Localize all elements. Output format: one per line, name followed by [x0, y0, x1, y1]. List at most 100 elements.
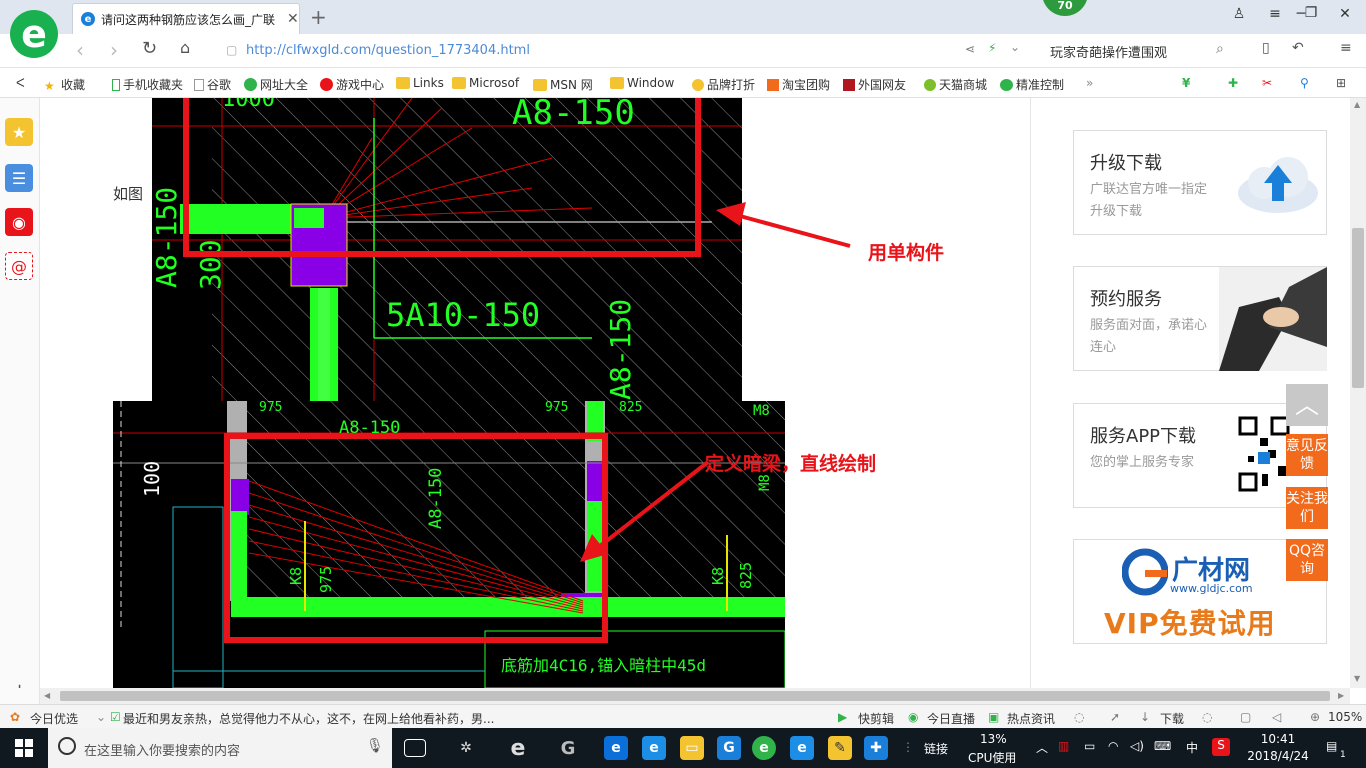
restore-icon[interactable]: ❐ — [1300, 5, 1322, 21]
clock-time[interactable]: 10:41 — [1248, 732, 1308, 746]
magnifier-icon[interactable]: ⚲ — [1300, 76, 1309, 90]
chevron-down-icon[interactable]: ⌄ — [96, 710, 106, 724]
bookmark-favorites[interactable]: ★ 收藏 — [44, 76, 85, 93]
share-icon[interactable]: ⋖ — [965, 42, 975, 56]
ime-indicator[interactable]: 中 — [1186, 739, 1198, 756]
fan-app-icon[interactable]: ✲ — [454, 736, 478, 760]
ie-icon[interactable]: e — [642, 736, 666, 760]
scissors-icon[interactable]: ✂ — [1262, 76, 1272, 90]
shirt-icon[interactable]: ♙ — [1228, 6, 1250, 22]
reload-icon[interactable]: ↻ — [142, 38, 157, 59]
chevron-down-icon[interactable]: ⌄ — [1010, 40, 1020, 54]
translate-icon[interactable]: ✚ — [1228, 76, 1238, 90]
audio-icon[interactable]: ◁ — [1272, 710, 1281, 724]
ie-second-icon[interactable]: e — [790, 736, 814, 760]
zoom-level[interactable]: 105% — [1328, 710, 1362, 724]
battery-icon[interactable]: ▭ — [1084, 739, 1095, 753]
tray-meter-icon[interactable]: ▥ — [1058, 739, 1069, 753]
mail-icon[interactable]: @ — [5, 252, 33, 280]
horizontal-scrollbar[interactable]: ◀ ▶ — [40, 688, 1350, 704]
hot-news[interactable]: 热点资讯 — [1007, 710, 1055, 727]
keyboard-icon[interactable]: ⌨ — [1154, 739, 1171, 753]
task-view-icon[interactable] — [404, 739, 426, 757]
close-window-icon[interactable]: ✕ — [1334, 6, 1356, 22]
search-suggestion[interactable]: 玩家奇葩操作遭围观 — [1050, 42, 1167, 61]
qq-consult-button[interactable]: QQ咨询 — [1286, 539, 1328, 581]
apps-grid-icon[interactable]: ⊞ — [1336, 76, 1346, 90]
wifi-icon[interactable]: ◠ — [1108, 739, 1118, 753]
follow-us-button[interactable]: 关注我们 — [1286, 487, 1328, 529]
horizontal-scroll-thumb[interactable] — [60, 691, 1330, 701]
bookmark-foreign[interactable]: 外国网友 — [843, 76, 906, 93]
bookmark-links[interactable]: Links — [396, 76, 444, 90]
bookmark-microsoft[interactable]: Microsof — [452, 76, 519, 90]
bookmark-google[interactable]: 谷歌 — [194, 76, 231, 93]
search-icon[interactable]: ⌕ — [1216, 41, 1224, 57]
mobile-icon[interactable]: ▯ — [1262, 40, 1270, 56]
sogou-ime-icon[interactable]: S — [1212, 738, 1230, 756]
news-ticker[interactable]: 最近和男友亲热，总觉得他力不从心，这不，在网上给他看补药，男... — [123, 710, 503, 727]
bookmark-taobao[interactable]: 淘宝团购 — [767, 76, 830, 93]
quick-cut[interactable]: 快剪辑 — [858, 710, 894, 727]
back-to-top-icon[interactable]: ︿ — [1286, 384, 1328, 426]
browser-tab[interactable]: e 请问这两种钢筋应该怎么画_广联 ✕ — [72, 3, 300, 34]
file-explorer-icon[interactable]: ▭ — [680, 736, 704, 760]
volume-icon[interactable]: ◁) — [1130, 739, 1144, 753]
taskbar-search[interactable]: 在这里输入你要搜索的内容 🎙 — [48, 728, 392, 768]
lightning-icon[interactable]: ⚡ — [988, 41, 996, 55]
bookmark-tmall[interactable]: 天猫商城 — [924, 76, 987, 93]
reader-list-icon[interactable]: ☰ — [5, 164, 33, 192]
scroll-left-icon[interactable]: ◀ — [44, 691, 50, 700]
scroll-down-icon[interactable]: ▼ — [1354, 674, 1360, 683]
feedback-button[interactable]: 意见反馈 — [1286, 434, 1328, 476]
notes-app-icon[interactable]: ✎ — [828, 736, 852, 760]
download-link[interactable]: 下载 — [1160, 710, 1184, 727]
microphone-icon[interactable]: 🎙 — [366, 738, 384, 754]
scroll-right-icon[interactable]: ▶ — [1338, 691, 1344, 700]
cursor-icon[interactable]: ➚ — [1110, 710, 1120, 724]
notification-icon[interactable]: ▤ — [1326, 739, 1337, 753]
promo-upgrade[interactable]: 升级下载 广联达官方唯一指定升级下载 — [1073, 130, 1327, 235]
back-icon[interactable]: ‹ — [76, 38, 84, 62]
windows-start-icon[interactable] — [0, 728, 48, 768]
vertical-scroll-thumb[interactable] — [1352, 228, 1364, 388]
weibo-icon[interactable]: ◉ — [5, 208, 33, 236]
glodon-app-icon[interactable]: G — [717, 736, 741, 760]
plus-app-icon[interactable]: ✚ — [864, 736, 888, 760]
collapse-sidebar-icon[interactable]: ᐸ — [16, 76, 25, 90]
undo-icon[interactable]: ↶ — [1292, 40, 1304, 56]
tray-scroll-icon[interactable]: ⋮ — [902, 740, 914, 754]
score-badge[interactable]: 70 — [1042, 0, 1088, 16]
forward-icon[interactable]: › — [110, 38, 118, 62]
promo-appointment[interactable]: 预约服务 服务面对面，承诺心连心 — [1073, 266, 1327, 371]
speed-icon[interactable]: ◌ — [1074, 710, 1084, 724]
bookmark-msn[interactable]: MSN 网 — [533, 76, 593, 93]
window-icon[interactable]: ▢ — [1240, 710, 1251, 724]
vertical-scrollbar[interactable]: ▲ ▼ — [1350, 98, 1366, 688]
favorites-star-icon[interactable]: ★ — [5, 118, 33, 146]
bookmark-control[interactable]: 精准控制 — [1000, 76, 1064, 93]
clean-icon[interactable]: ◌ — [1202, 710, 1212, 724]
more-bookmarks-icon[interactable]: » — [1086, 76, 1093, 90]
bookmark-sites[interactable]: 网址大全 — [244, 76, 308, 93]
360-browser-icon[interactable]: e — [752, 736, 776, 760]
yen-icon[interactable]: ¥ — [1182, 76, 1190, 90]
menu-icon[interactable]: ≡ — [1264, 6, 1286, 22]
chrome-g-icon[interactable]: G — [556, 736, 580, 760]
ie-outline-icon[interactable]: e — [506, 736, 530, 761]
browser-logo-icon[interactable]: e — [10, 10, 58, 58]
menu-lines-icon[interactable]: ≡ — [1340, 40, 1352, 56]
bookmark-windows[interactable]: Window — [610, 76, 674, 90]
tab-close-icon[interactable]: ✕ — [287, 11, 299, 27]
clock-date[interactable]: 2018/4/24 — [1242, 749, 1314, 763]
today-live[interactable]: 今日直播 — [927, 710, 975, 727]
tray-expand-icon[interactable]: ︿ — [1036, 739, 1048, 756]
url-field[interactable]: ▢ http://clfwxgld.com/question_1773404.h… — [220, 39, 960, 63]
bookmark-games[interactable]: 游戏中心 — [320, 76, 384, 93]
new-tab-button[interactable]: + — [310, 5, 327, 29]
links-toolbar[interactable]: 链接 — [924, 740, 948, 757]
bookmark-brand[interactable]: 品牌打折 — [692, 76, 755, 93]
daily-picks[interactable]: 今日优选 — [30, 710, 78, 727]
edge-icon[interactable]: e — [604, 736, 628, 760]
home-icon[interactable]: ⌂ — [180, 38, 190, 57]
